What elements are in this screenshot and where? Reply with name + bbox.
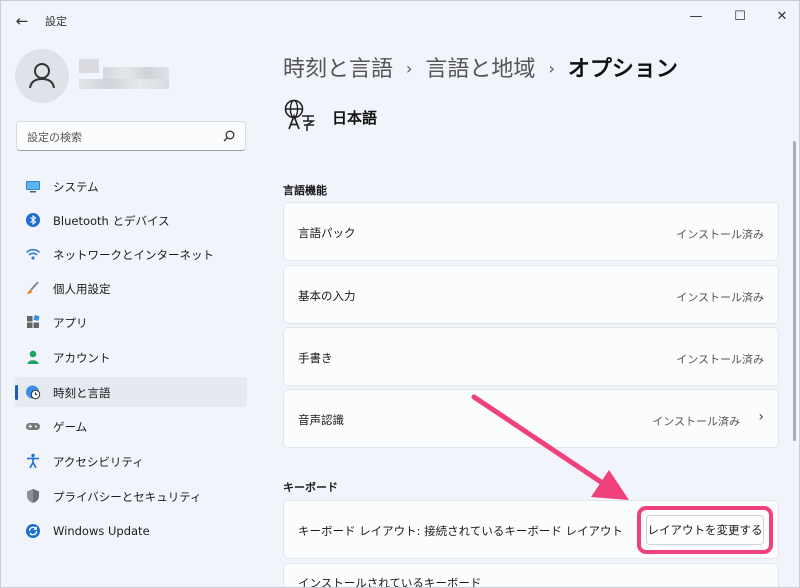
sidebar-item-label: Bluetooth とデバイス [53,214,170,228]
sidebar-item-label: ネットワークとインターネット [53,248,214,262]
sidebar-item-label: ゲーム [53,420,88,434]
blurred-username [103,67,169,79]
sidebar-item-label: アクセシビリティ [53,455,144,469]
app-title: 設定 [45,15,67,28]
sidebar-item-windows-update[interactable]: Windows Update [15,516,247,546]
language-icon [284,99,316,131]
keyboard-layout-label: キーボード レイアウト: 接続されているキーボード レイアウト [298,524,623,538]
feature-row-speech-recognition[interactable]: 音声認識 インストール済み › [283,389,779,448]
brush-icon [27,281,39,294]
sidebar-item-apps[interactable]: アプリ [15,307,247,337]
maximize-button[interactable]: ☐ [723,7,757,27]
sidebar-item-network[interactable]: ネットワークとインターネット [15,239,247,269]
breadcrumb-separator: › [406,59,413,78]
title-bar: ← 設定 — ☐ ✕ [1,1,799,41]
globe-clock-icon [26,385,41,400]
sidebar-item-gaming[interactable]: ゲーム [15,411,247,441]
feature-label: 言語パック [298,226,356,240]
back-button[interactable]: ← [11,10,33,32]
sidebar-item-label: 時刻と言語 [53,386,111,400]
active-indicator [15,385,18,400]
installed-keyboards-row[interactable]: インストールされているキーボード [283,563,779,588]
sidebar-item-accounts[interactable]: アカウント [15,342,247,372]
sidebar-item-bluetooth[interactable]: Bluetooth とデバイス [15,205,247,235]
apps-icon [27,314,40,328]
section-title-language-features: 言語機能 [283,184,327,197]
blurred-email [79,79,169,89]
account-icon [27,350,39,364]
sidebar-item-label: アプリ [53,316,88,330]
breadcrumb: 時刻と言語 › 言語と地域 › オプション [283,51,678,83]
scrollbar[interactable] [793,141,796,441]
installed-keyboards-label: インストールされているキーボード [298,576,482,588]
language-name: 日本語 [332,109,378,127]
search-icon[interactable] [221,128,237,144]
search-placeholder: 設定の検索 [27,131,82,144]
update-icon [26,524,40,538]
breadcrumb-time-language[interactable]: 時刻と言語 [283,57,393,82]
monitor-icon [26,181,40,193]
settings-window: ← 設定 — ☐ ✕ 設定の検索 システム Bluetooth とデバイス ネッ… [0,0,800,588]
avatar [15,49,69,103]
search-input[interactable]: 設定の検索 [16,121,246,151]
bluetooth-icon [26,213,40,227]
feature-row-language-pack[interactable]: 言語パック インストール済み [283,202,779,261]
sidebar-item-label: 個人用設定 [53,282,111,296]
sidebar-item-privacy[interactable]: プライバシーとセキュリティ [15,481,247,511]
feature-status: インストール済み [676,353,764,366]
shield-icon [27,489,39,503]
wifi-icon [25,248,41,260]
sidebar-item-time-language[interactable]: 時刻と言語 [15,377,247,407]
chevron-right-icon: › [758,409,764,425]
feature-status: インストール済み [652,415,740,428]
sidebar-item-label: システム [53,180,99,194]
feature-label: 音声認識 [298,413,344,427]
sidebar-item-label: アカウント [53,351,111,365]
page-title: オプション [567,57,678,82]
close-button[interactable]: ✕ [765,7,799,27]
sidebar-item-label: Windows Update [53,524,150,538]
person-icon [29,63,55,89]
gamepad-icon [26,423,40,430]
sidebar-item-system[interactable]: システム [15,171,247,201]
breadcrumb-separator: › [548,59,555,78]
feature-status: インストール済み [676,228,764,241]
section-title-keyboard: キーボード [283,481,338,494]
feature-label: 基本の入力 [298,289,356,303]
minimize-button[interactable]: — [679,7,713,27]
feature-label: 手書き [298,351,333,365]
feature-row-handwriting[interactable]: 手書き インストール済み [283,327,779,386]
feature-row-basic-typing[interactable]: 基本の入力 インストール済み [283,265,779,324]
sidebar-item-personalization[interactable]: 個人用設定 [15,273,247,303]
feature-status: インストール済み [676,291,764,304]
breadcrumb-language-region[interactable]: 言語と地域 [425,57,535,82]
highlight-box [637,506,773,554]
sidebar-item-accessibility[interactable]: アクセシビリティ [15,446,247,476]
accessibility-icon [27,453,39,469]
sidebar-item-label: プライバシーとセキュリティ [53,490,202,504]
blurred-username [79,59,99,73]
